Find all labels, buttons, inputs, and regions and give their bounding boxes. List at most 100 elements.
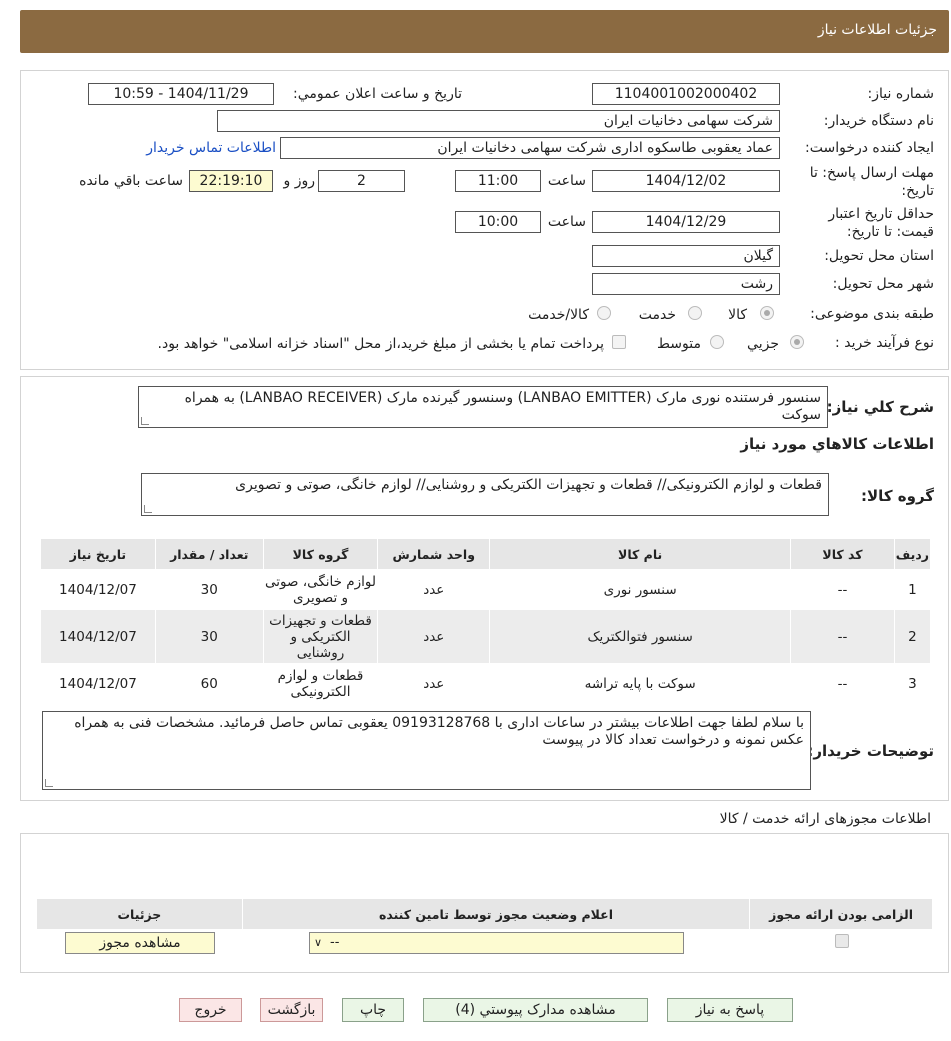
- creator-label: ایجاد کننده درخواست:: [805, 140, 934, 156]
- buyer-notes-textarea: با سلام لطفا جهت اطلاعات بیشتر در ساعات …: [42, 711, 811, 790]
- col-unit: واحد شمارش: [377, 538, 491, 570]
- table-row: 1 -- سنسور نوری عدد لوازم خانگی، صوتی و …: [40, 569, 932, 610]
- need-number-field: 1104001002000402: [592, 83, 780, 105]
- cell-row: 1: [893, 569, 932, 610]
- process-radio-medium[interactable]: [710, 335, 724, 349]
- process-radio-partial[interactable]: [790, 335, 804, 349]
- process-label: نوع فرآیند خرید :: [835, 335, 934, 351]
- cell-code: --: [790, 609, 895, 664]
- announce-label: تاریخ و ساعت اعلان عمومي:: [293, 86, 462, 102]
- cell-unit: عدد: [377, 609, 491, 664]
- cell-row: 2: [893, 609, 932, 664]
- validity-time-field: 10:00: [455, 211, 541, 233]
- deadline-time-label: ساعت: [547, 173, 586, 189]
- category-option-goods: کالا: [728, 307, 747, 323]
- deadline-date-field: 1404/12/02: [592, 170, 780, 192]
- resize-handle-icon[interactable]: [45, 779, 53, 787]
- back-button[interactable]: بازگشت: [260, 998, 323, 1022]
- cell-code: --: [790, 569, 895, 610]
- view-permit-button[interactable]: مشاهده مجوز: [65, 932, 215, 954]
- col-date: تاريخ نياز: [40, 538, 156, 570]
- summary-label: شرح كلي نياز:: [826, 398, 934, 416]
- goods-section-title: اطلاعات كالاهاي مورد نياز: [740, 435, 934, 453]
- city-field: رشت: [592, 273, 780, 295]
- goods-group-textarea: قطعات و لوازم الکترونیکی// قطعات و تجهیز…: [141, 473, 829, 516]
- process-option-medium: متوسط: [657, 336, 701, 352]
- province-label: استان محل تحویل:: [824, 248, 934, 264]
- permit-status-select[interactable]: -- ∨: [309, 932, 684, 954]
- city-label: شهر محل تحویل:: [832, 276, 934, 292]
- category-radio-service[interactable]: [688, 306, 702, 320]
- treasury-note: پرداخت تمام یا بخشی از مبلغ خرید،از محل …: [157, 336, 604, 352]
- contact-buyer-link[interactable]: اطلاعات تماس خریدار: [146, 140, 276, 156]
- days-label: روز و: [283, 173, 316, 189]
- col-name: نام كالا: [489, 538, 792, 570]
- col-qty: تعداد / مقدار: [154, 538, 264, 570]
- col-group: گروه کالا: [262, 538, 379, 570]
- cell-name: سوکت با پایه تراشه: [489, 663, 792, 704]
- category-option-goods-service: کالا/خدمت: [528, 307, 589, 323]
- exit-button[interactable]: خروج: [179, 998, 242, 1022]
- cell-unit: عدد: [377, 663, 491, 704]
- announce-field: 1404/11/29 - 10:59: [88, 83, 274, 105]
- cell-row: 3: [893, 663, 932, 704]
- cell-qty: 60: [154, 663, 264, 704]
- cell-group: قطعات و تجهیزات الکتریکی و روشنایی: [262, 609, 379, 664]
- col-permit-status: اعلام وضعیت مجوز توسط تامین کننده: [241, 898, 751, 930]
- permit-status-value: --: [330, 935, 340, 950]
- resize-handle-icon[interactable]: [141, 417, 149, 425]
- validity-label: حداقل تاریخ اعتبار قیمت: تا تاریخ:: [828, 206, 934, 240]
- treasury-checkbox[interactable]: [612, 335, 626, 349]
- goods-group-text: قطعات و لوازم الکترونیکی// قطعات و تجهیز…: [235, 477, 822, 493]
- permits-table-header: الزامی بودن ارائه مجوز اعلام وضعیت مجوز …: [36, 898, 933, 930]
- buyer-notes-text: با سلام لطفا جهت اطلاعات بیشتر در ساعات …: [74, 715, 804, 748]
- remaining-label: ساعت باقي مانده: [79, 173, 183, 189]
- cell-code: --: [790, 663, 895, 704]
- process-option-partial: جزیي: [747, 336, 779, 352]
- cell-date: 1404/12/07: [40, 663, 156, 704]
- need-number-label: شماره نیاز:: [867, 86, 935, 102]
- table-row: 2 -- سنسور فتوالکتریک عدد قطعات و تجهیزا…: [40, 609, 932, 664]
- respond-button[interactable]: پاسخ به نياز: [667, 998, 793, 1022]
- summary-textarea: سنسور فرستنده نوری مارک (LANBAO EMITTER)…: [138, 386, 828, 428]
- creator-field: عماد یعقوبی طاسکوه اداری شرکت سهامی دخان…: [280, 137, 780, 159]
- cell-date: 1404/12/07: [40, 609, 156, 664]
- cell-date: 1404/12/07: [40, 569, 156, 610]
- goods-group-label: گروه کالا:: [861, 487, 934, 505]
- goods-table: رديف كد كالا نام كالا واحد شمارش گروه کا…: [40, 538, 932, 704]
- validity-time-label: ساعت: [547, 214, 586, 230]
- category-radio-goods-service[interactable]: [597, 306, 611, 320]
- remaining-time-field: 22:19:10: [189, 170, 273, 192]
- deadline-label: مهلت ارسال پاسخ: تا تاریخ:: [809, 165, 934, 199]
- cell-unit: عدد: [377, 569, 491, 610]
- col-row: رديف: [893, 538, 932, 570]
- cell-qty: 30: [154, 609, 264, 664]
- cell-group: قطعات و لوازم الکترونیکی: [262, 663, 379, 704]
- summary-text: سنسور فرستنده نوری مارک (LANBAO EMITTER)…: [184, 390, 821, 423]
- cell-qty: 30: [154, 569, 264, 610]
- print-button[interactable]: چاپ: [342, 998, 404, 1022]
- cell-group: لوازم خانگی، صوتی و تصویری: [262, 569, 379, 610]
- category-label: طبقه بندی موضوعی:: [810, 306, 934, 322]
- resize-handle-icon[interactable]: [144, 505, 152, 513]
- category-radio-goods[interactable]: [760, 306, 774, 320]
- goods-table-header: رديف كد كالا نام كالا واحد شمارش گروه کا…: [40, 538, 932, 570]
- category-option-service: خدمت: [638, 307, 676, 323]
- permit-required-checkbox: [835, 934, 849, 948]
- province-field: گیلان: [592, 245, 780, 267]
- cell-name: سنسور فتوالکتریک: [489, 609, 792, 664]
- permits-title: اطلاعات مجوزهای ارائه خدمت / کالا: [719, 811, 931, 827]
- buyer-field: شرکت سهامی دخانیات ایران: [217, 110, 780, 132]
- col-permit-details: جزئیات: [36, 898, 243, 930]
- col-code: كد كالا: [790, 538, 895, 570]
- buyer-notes-label: توضیحات خریدار:: [807, 742, 934, 760]
- header-bar: جزئیات اطلاعات نیاز: [20, 10, 949, 53]
- chevron-down-icon: ∨: [314, 936, 323, 949]
- deadline-time-field: 11:00: [455, 170, 541, 192]
- buyer-label: نام دستگاه خریدار:: [823, 113, 934, 129]
- cell-name: سنسور نوری: [489, 569, 792, 610]
- validity-date-field: 1404/12/29: [592, 211, 780, 233]
- col-permit-required: الزامی بودن ارائه مجوز: [749, 898, 933, 930]
- view-attachments-button[interactable]: مشاهده مدارک پیوستي (4): [423, 998, 648, 1022]
- page-title: جزئیات اطلاعات نیاز: [817, 22, 937, 38]
